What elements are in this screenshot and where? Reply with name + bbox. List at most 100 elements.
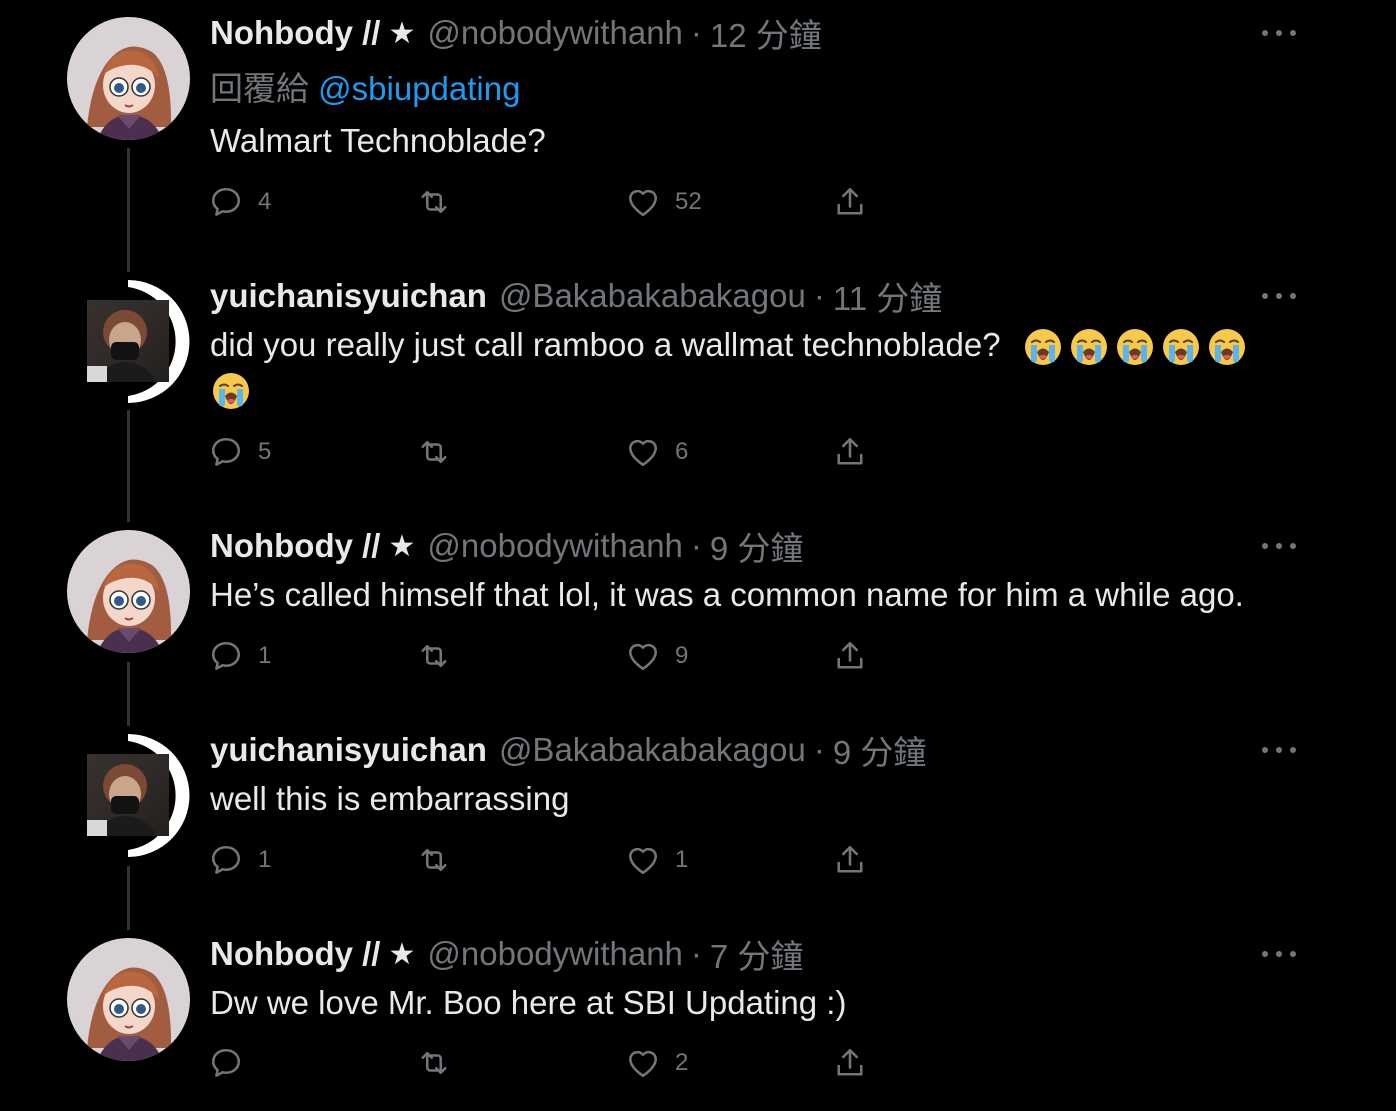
more-options-icon[interactable] bbox=[1262, 740, 1296, 760]
timestamp[interactable]: 12 分鐘 bbox=[710, 9, 822, 57]
tweet-text: Dw we love Mr. Boo here at SBI Updating … bbox=[210, 984, 847, 1021]
reply-button[interactable] bbox=[208, 1043, 258, 1083]
share-icon bbox=[832, 434, 868, 470]
separator-dot: · bbox=[690, 14, 702, 51]
display-name[interactable]: Nohbody // bbox=[210, 527, 380, 565]
like-button[interactable]: 9 bbox=[625, 636, 688, 676]
avatar[interactable] bbox=[67, 17, 190, 140]
loudly-crying-face-icon bbox=[1116, 328, 1154, 366]
like-button[interactable]: 2 bbox=[625, 1043, 688, 1083]
avatar[interactable] bbox=[67, 280, 190, 403]
reply-icon bbox=[208, 184, 244, 220]
reply-context: 回覆給 @sbiupdating bbox=[210, 62, 520, 110]
timestamp[interactable]: 9 分鐘 bbox=[833, 726, 927, 774]
like-count: 9 bbox=[675, 642, 689, 669]
tweet-header: yuichanisyuichan @Bakabakabakagou · 9 分鐘 bbox=[210, 729, 926, 771]
tweet-text: He’s called himself that lol, it was a c… bbox=[210, 576, 1244, 613]
reply-count: 1 bbox=[258, 642, 272, 669]
like-count: 52 bbox=[675, 188, 702, 215]
share-button[interactable] bbox=[832, 182, 868, 222]
timestamp[interactable]: 11 分鐘 bbox=[833, 272, 942, 320]
display-name[interactable]: yuichanisyuichan bbox=[210, 731, 487, 769]
reply-icon bbox=[208, 1045, 244, 1081]
like-button[interactable]: 6 bbox=[625, 432, 688, 472]
loudly-crying-face-icon bbox=[1162, 328, 1200, 366]
display-name[interactable]: Nohbody // bbox=[210, 935, 380, 973]
separator-dot: · bbox=[690, 935, 702, 972]
retweet-button[interactable] bbox=[416, 182, 452, 222]
display-name[interactable]: Nohbody // bbox=[210, 14, 380, 52]
loudly-crying-face-icon bbox=[1070, 328, 1108, 366]
tweet-text: did you really just call ramboo a wallma… bbox=[210, 322, 1246, 368]
share-button[interactable] bbox=[832, 840, 868, 880]
thread-line bbox=[127, 866, 130, 930]
reply-prefix: 回覆給 bbox=[210, 70, 309, 107]
timestamp[interactable]: 7 分鐘 bbox=[710, 930, 804, 978]
user-handle[interactable]: @nobodywithanh bbox=[427, 527, 683, 565]
star-icon: ★ bbox=[388, 937, 416, 971]
heart-icon bbox=[625, 1045, 661, 1081]
retweet-button[interactable] bbox=[416, 432, 452, 472]
user-handle[interactable]: @Bakabakabakagou bbox=[499, 731, 806, 769]
share-button[interactable] bbox=[832, 432, 868, 472]
more-options-icon[interactable] bbox=[1262, 23, 1296, 43]
separator-dot: · bbox=[813, 731, 825, 768]
tweet-header: Nohbody // ★ @nobodywithanh · 12 分鐘 bbox=[210, 12, 822, 54]
like-count: 1 bbox=[675, 846, 689, 873]
thread-line bbox=[127, 662, 130, 726]
user-handle[interactable]: @Bakabakabakagou bbox=[499, 277, 806, 315]
more-options-icon[interactable] bbox=[1262, 944, 1296, 964]
more-options-icon[interactable] bbox=[1262, 536, 1296, 556]
thread-line bbox=[127, 410, 130, 522]
timestamp[interactable]: 9 分鐘 bbox=[710, 522, 804, 570]
tweet-text-content: did you really just call ramboo a wallma… bbox=[210, 326, 1001, 363]
user-handle[interactable]: @nobodywithanh bbox=[427, 14, 683, 52]
retweet-icon bbox=[416, 842, 452, 878]
like-count: 6 bbox=[675, 438, 689, 465]
avatar[interactable] bbox=[67, 938, 190, 1061]
reply-count: 5 bbox=[258, 438, 272, 465]
action-bar: 1 9 bbox=[208, 636, 908, 676]
loudly-crying-face-icon bbox=[212, 372, 250, 410]
more-options-icon[interactable] bbox=[1262, 286, 1296, 306]
star-icon: ★ bbox=[388, 16, 416, 50]
photo-avatar-image bbox=[67, 280, 190, 403]
emoji-line bbox=[212, 372, 250, 415]
retweet-icon bbox=[416, 638, 452, 674]
mention-link[interactable]: @sbiupdating bbox=[318, 70, 520, 107]
reply-button[interactable]: 5 bbox=[208, 432, 271, 472]
share-icon bbox=[832, 638, 868, 674]
photo-avatar-image bbox=[67, 734, 190, 857]
tweet-header: Nohbody // ★ @nobodywithanh · 9 分鐘 bbox=[210, 525, 803, 567]
avatar[interactable] bbox=[67, 734, 190, 857]
reply-button[interactable]: 1 bbox=[208, 636, 271, 676]
retweet-icon bbox=[416, 184, 452, 220]
share-button[interactable] bbox=[832, 1043, 868, 1083]
share-icon bbox=[832, 1045, 868, 1081]
anime-avatar-image bbox=[67, 17, 190, 140]
anime-avatar-image bbox=[67, 530, 190, 653]
reply-icon bbox=[208, 842, 244, 878]
separator-dot: · bbox=[813, 277, 825, 314]
retweet-button[interactable] bbox=[416, 840, 452, 880]
retweet-button[interactable] bbox=[416, 636, 452, 676]
action-bar: 4 52 bbox=[208, 182, 908, 222]
display-name[interactable]: yuichanisyuichan bbox=[210, 277, 487, 315]
reply-count: 4 bbox=[258, 188, 272, 215]
user-handle[interactable]: @nobodywithanh bbox=[427, 935, 683, 973]
like-button[interactable]: 52 bbox=[625, 182, 702, 222]
tweet-text: well this is embarrassing bbox=[210, 780, 570, 817]
action-bar: 5 6 bbox=[208, 432, 908, 472]
thread-line bbox=[127, 148, 130, 272]
reply-icon bbox=[208, 638, 244, 674]
share-icon bbox=[832, 184, 868, 220]
reply-button[interactable]: 1 bbox=[208, 840, 271, 880]
like-button[interactable]: 1 bbox=[625, 840, 688, 880]
loudly-crying-face-icon bbox=[1208, 328, 1246, 366]
retweet-button[interactable] bbox=[416, 1043, 452, 1083]
share-icon bbox=[832, 842, 868, 878]
share-button[interactable] bbox=[832, 636, 868, 676]
avatar[interactable] bbox=[67, 530, 190, 653]
reply-button[interactable]: 4 bbox=[208, 182, 271, 222]
reply-count: 1 bbox=[258, 846, 272, 873]
